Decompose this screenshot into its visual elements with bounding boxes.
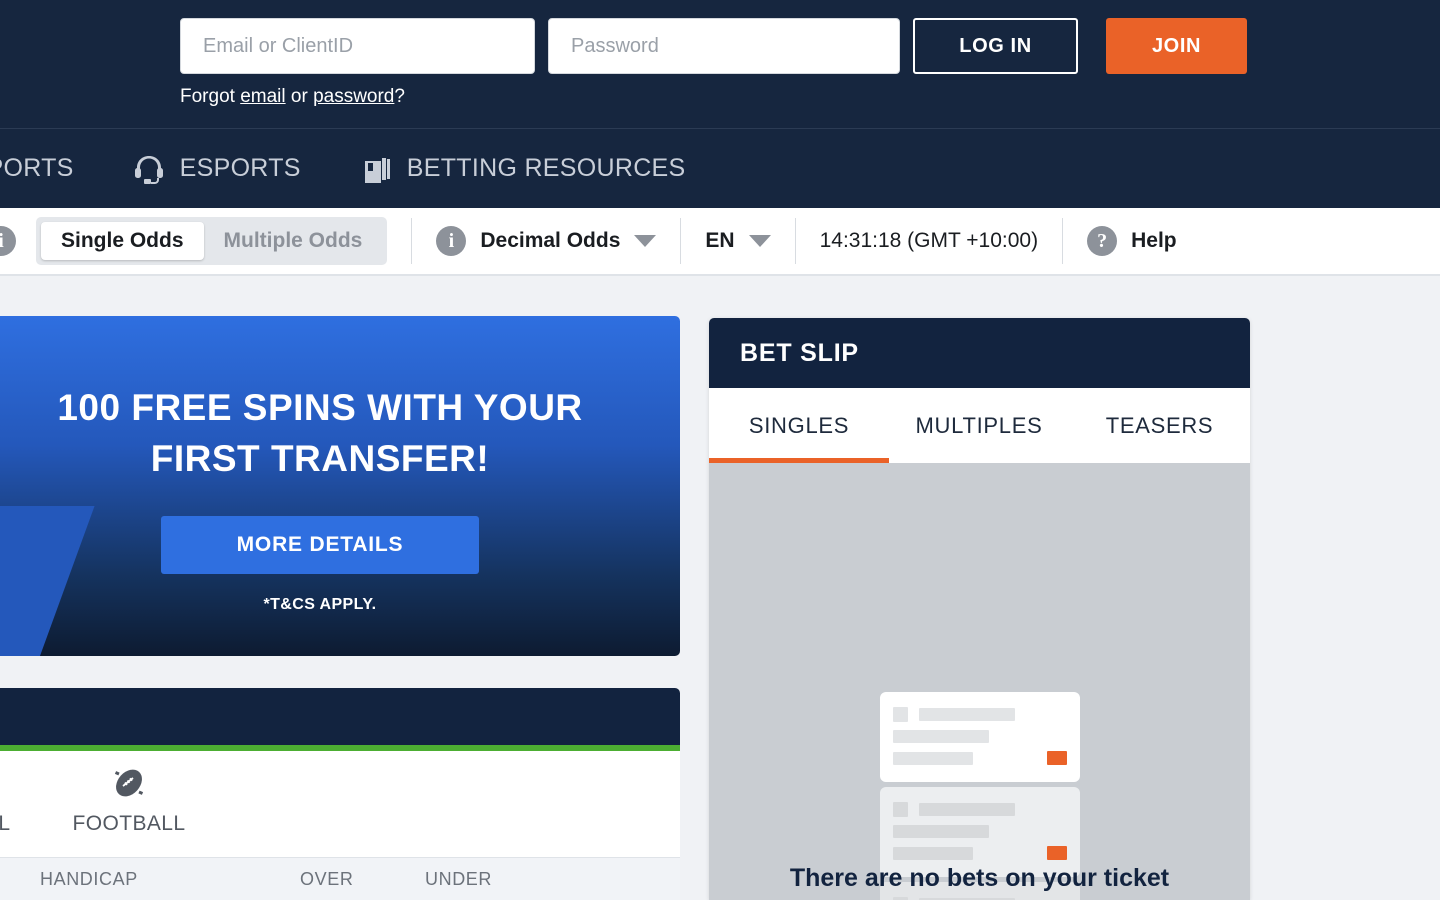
sport-tab-label: FOOTBALL <box>72 812 186 835</box>
nav-item-label: ESPORTS <box>179 154 301 182</box>
market-header-over: OVER <box>300 868 354 889</box>
skeleton-card <box>880 692 1080 782</box>
skeleton-line <box>893 846 973 860</box>
bet-slip-tab-list: SINGLES MULTIPLES TEASERS <box>709 388 1250 463</box>
book-icon <box>361 153 393 185</box>
toolbar-divider-4 <box>1062 218 1064 264</box>
sport-tab-basketball[interactable]: KETBALL <box>0 764 48 836</box>
skeleton-square <box>893 707 908 722</box>
more-details-button[interactable]: MORE DETAILS <box>161 516 479 575</box>
sports-card: KETBALL FOOTBALL HANDICAP OVER UNDER <box>0 688 680 900</box>
promo-content: 100 FREE SPINS WITH YOUR FIRST TRANSFER!… <box>0 316 680 614</box>
skeleton-odds-chip <box>1047 751 1067 765</box>
odds-format-label: Decimal Odds <box>480 229 621 252</box>
empty-bet-slip-message: There are no bets on your ticket <box>789 864 1170 892</box>
help-label: Help <box>1131 229 1177 252</box>
bet-slip-header: BET SLIP <box>709 318 1250 388</box>
login-form: LOG IN JOIN <box>180 18 1247 74</box>
tab-multiples[interactable]: MULTIPLES <box>889 388 1069 463</box>
skeleton-row <box>893 846 1067 860</box>
odds-mode-toggle[interactable]: Single Odds Multiple Odds <box>36 217 388 265</box>
nav-item-label: AL SPORTS <box>0 154 74 182</box>
question-icon[interactable]: ? <box>1087 226 1118 256</box>
help-button[interactable]: ? Help <box>1087 226 1177 256</box>
skeleton-line <box>893 825 989 838</box>
nav-item-betting-resources[interactable]: BETTING RESOURCES <box>361 153 686 185</box>
info-icon[interactable]: i <box>436 226 467 256</box>
skeleton-line <box>919 803 1015 816</box>
promo-terms: *T&CS APPLY. <box>263 596 377 614</box>
toolbar-divider-2 <box>680 218 682 264</box>
bet-slip-title: BET SLIP <box>740 338 859 367</box>
forgot-mid: or <box>285 86 314 107</box>
toolbar-divider-1 <box>411 218 413 264</box>
language-label: EN <box>705 229 735 252</box>
single-odds-option[interactable]: Single Odds <box>41 222 204 260</box>
skeleton-row <box>893 751 1067 765</box>
nav-item-all-sports[interactable]: AL SPORTS <box>0 154 74 183</box>
password-field[interactable] <box>548 18 900 74</box>
forgot-email-link[interactable]: email <box>240 86 285 107</box>
tab-teasers[interactable]: TEASERS <box>1069 388 1250 463</box>
sport-tab-label: KETBALL <box>0 812 11 835</box>
promo-banner[interactable]: 100 FREE SPINS WITH YOUR FIRST TRANSFER!… <box>0 316 680 656</box>
sport-tab-football[interactable]: FOOTBALL <box>44 764 214 836</box>
headset-icon <box>132 154 166 184</box>
forgot-suffix: ? <box>394 86 405 107</box>
bet-slip-body: There are no bets on your ticket <box>709 463 1250 900</box>
nav-item-label: BETTING RESOURCES <box>406 154 686 182</box>
language-selector[interactable]: EN <box>705 229 771 253</box>
server-clock: 14:31:18 (GMT +10:00) <box>819 229 1039 252</box>
skeleton-odds-chip <box>1047 846 1067 860</box>
promo-title-line-2: FIRST TRANSFER! <box>150 438 490 480</box>
skeleton-row <box>893 707 1067 722</box>
forgot-prefix: Forgot <box>180 86 241 107</box>
bet-slip-panel: BET SLIP SINGLES MULTIPLES TEASERS There… <box>709 318 1250 900</box>
market-header-under: UNDER <box>425 868 493 889</box>
login-bar: LOG IN JOIN Forgot email or password? <box>0 0 1440 128</box>
info-icon[interactable]: i <box>0 226 16 256</box>
skeleton-line <box>893 751 973 765</box>
sports-card-header <box>0 688 680 745</box>
join-button[interactable]: JOIN <box>1106 18 1247 74</box>
skeleton-line <box>893 730 989 743</box>
promo-title: 100 FREE SPINS WITH YOUR FIRST TRANSFER! <box>0 382 680 484</box>
sport-tab-list: KETBALL FOOTBALL <box>0 751 680 857</box>
odds-toolbar: i Single Odds Multiple Odds i Decimal Od… <box>0 208 1440 276</box>
forgot-credentials: Forgot email or password? <box>180 86 405 108</box>
chevron-down-icon[interactable] <box>634 235 657 247</box>
email-field[interactable] <box>180 18 535 74</box>
multiple-odds-option[interactable]: Multiple Odds <box>204 222 383 260</box>
nav-item-esports[interactable]: ESPORTS <box>132 154 301 184</box>
primary-nav: AL SPORTS ESPORTS BETTING RESOURCES <box>0 128 1440 208</box>
skeleton-line <box>919 708 1015 721</box>
market-header-row: HANDICAP OVER UNDER <box>0 857 680 900</box>
odds-format-selector[interactable]: i Decimal Odds <box>436 226 657 256</box>
market-header-handicap: HANDICAP <box>40 868 138 889</box>
toolbar-divider-3 <box>794 218 796 264</box>
tab-singles[interactable]: SINGLES <box>709 388 889 463</box>
chevron-down-icon[interactable] <box>748 235 771 247</box>
promo-title-line-1: 100 FREE SPINS WITH YOUR <box>57 387 583 428</box>
login-button[interactable]: LOG IN <box>913 18 1078 74</box>
skeleton-square <box>893 802 908 817</box>
forgot-password-link[interactable]: password <box>313 86 394 107</box>
football-icon <box>110 764 148 802</box>
skeleton-row <box>893 802 1067 817</box>
